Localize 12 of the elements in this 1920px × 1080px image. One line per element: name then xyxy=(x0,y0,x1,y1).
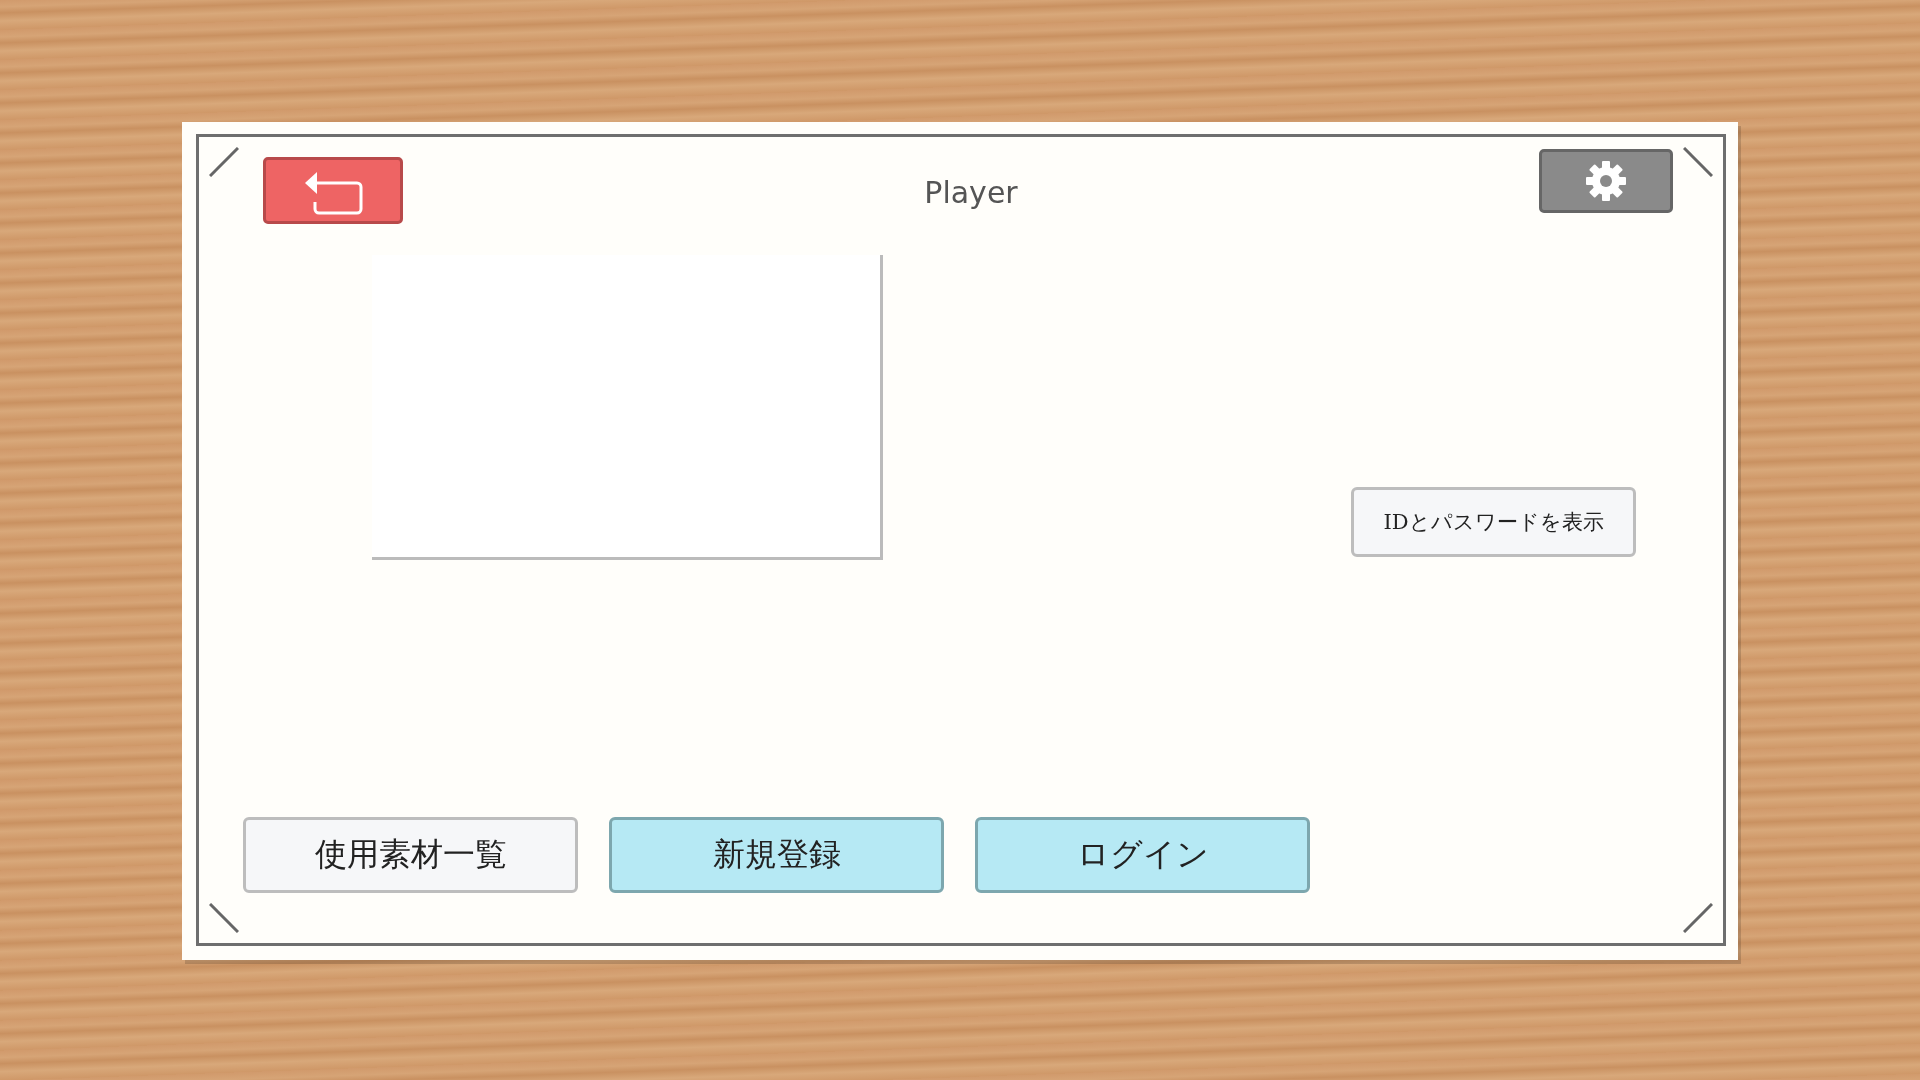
corner-mark-icon xyxy=(209,147,239,177)
settings-icon xyxy=(1584,159,1628,203)
settings-button[interactable] xyxy=(1539,149,1673,213)
corner-mark-icon xyxy=(1683,147,1713,177)
menu-button[interactable]: 使用素材一覧 xyxy=(243,817,578,893)
corner-mark-icon xyxy=(1683,903,1713,933)
screen-title: Player xyxy=(923,175,1019,210)
back-button[interactable] xyxy=(263,157,403,224)
menu-button[interactable]: 新規登録 xyxy=(609,817,944,893)
menu-button[interactable]: ログイン xyxy=(975,817,1310,893)
show-id-password-button[interactable]: IDとパスワードを表示 xyxy=(1351,487,1636,557)
corner-mark-icon xyxy=(209,903,239,933)
